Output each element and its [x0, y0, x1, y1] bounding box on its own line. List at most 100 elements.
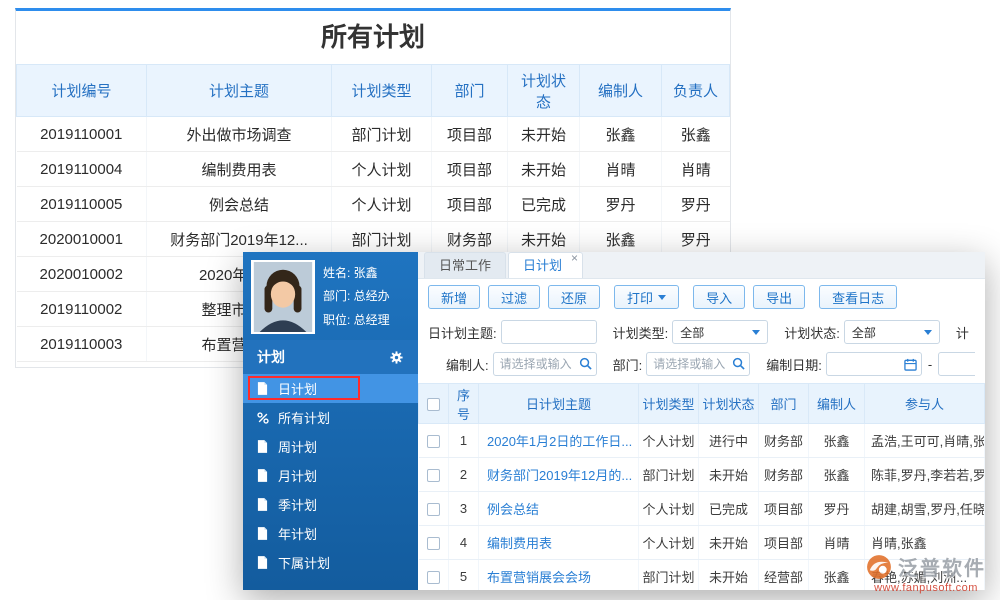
sidebar-item-subordinate-plan[interactable]: 下属计划: [243, 548, 418, 577]
cell-subject-link[interactable]: 编制费用表: [479, 526, 639, 560]
cell-type: 个人计划: [332, 187, 432, 222]
profile-card: 姓名: 张鑫 部门: 总经办 职位: 总经理: [243, 252, 418, 340]
row-checkbox[interactable]: [427, 503, 440, 516]
filter-panel: 日计划主题: 计划类型: 全部 计划状态: 全部 计 编制人:: [418, 315, 985, 383]
document-icon: [257, 382, 270, 395]
type-filter-select[interactable]: 全部: [672, 320, 768, 344]
tab-daily-plan[interactable]: 日计划 ×: [508, 252, 583, 278]
sidebar-item-daily-plan[interactable]: 日计划: [243, 374, 418, 403]
cell-subject-link[interactable]: 例会总结: [479, 492, 639, 526]
table-row[interactable]: 3 例会总结 个人计划 已完成 项目部 罗丹 胡建,胡雪,罗丹,任晓...: [419, 492, 985, 526]
tab-daily-work[interactable]: 日常工作: [424, 252, 506, 278]
restore-button[interactable]: 还原: [548, 285, 600, 309]
sidebar-item-label: 周计划: [278, 437, 317, 456]
cell-compiler: 张鑫: [809, 458, 865, 492]
add-button[interactable]: 新增: [428, 285, 480, 309]
cell-subject-link[interactable]: 布置营销展会会场: [479, 560, 639, 591]
cell-subject-link[interactable]: 2020年1月2日的工作日...: [479, 424, 639, 458]
row-checkbox[interactable]: [427, 537, 440, 550]
cell-index: 2: [449, 458, 479, 492]
close-icon[interactable]: ×: [571, 252, 578, 264]
sidebar-section-title: 计划: [257, 347, 285, 367]
cell-type: 部门计划: [639, 458, 699, 492]
document-icon: [257, 498, 270, 511]
cell-compiler: 罗丹: [580, 187, 662, 222]
cell-subject-link[interactable]: 财务部门2019年12月的...: [479, 458, 639, 492]
link-icon: [257, 412, 270, 424]
cell-status: 未开始: [699, 560, 759, 591]
cell-participants: 孟浩,王可可,肖晴,张鑫...: [865, 424, 985, 458]
plan-module-window: 姓名: 张鑫 部门: 总经办 职位: 总经理 计划: [243, 252, 985, 590]
col-subject: 计划主题: [147, 65, 332, 117]
col-type: 计划类型: [639, 384, 699, 424]
table-row[interactable]: 2019110001 外出做市场调查 部门计划 项目部 未开始 张鑫 张鑫: [17, 117, 730, 152]
cell-subject: 编制费用表: [147, 152, 332, 187]
search-icon[interactable]: [579, 357, 592, 370]
calendar-icon: [904, 358, 917, 371]
search-icon[interactable]: [732, 357, 745, 370]
cell-dept: 财务部: [759, 424, 809, 458]
print-button[interactable]: 打印: [614, 285, 679, 309]
cell-status: 进行中: [699, 424, 759, 458]
row-checkbox[interactable]: [427, 571, 440, 584]
select-all-checkbox[interactable]: [427, 398, 440, 411]
filter-row-1: 日计划主题: 计划类型: 全部 计划状态: 全部 计: [428, 319, 975, 345]
col-owner: 负责人: [662, 65, 730, 117]
cell-status: 未开始: [508, 152, 580, 187]
cell-dept: 经营部: [759, 560, 809, 591]
sidebar: 姓名: 张鑫 部门: 总经办 职位: 总经理 计划: [243, 252, 418, 590]
cell-dept: 项目部: [432, 117, 508, 152]
table-row[interactable]: 2019110004 编制费用表 个人计划 项目部 未开始 肖晴 肖晴: [17, 152, 730, 187]
document-icon: [257, 440, 270, 453]
export-button[interactable]: 导出: [753, 285, 805, 309]
col-index: 序号: [449, 384, 479, 424]
sidebar-item-label: 下属计划: [278, 553, 330, 572]
sidebar-item-quarterly-plan[interactable]: 季计划: [243, 490, 418, 519]
cell-type: 部门计划: [639, 560, 699, 591]
watermark-brand: 泛普软件: [898, 552, 986, 581]
watermark-url: www.fanpusoft.com: [866, 582, 986, 594]
cell-compiler: 张鑫: [809, 560, 865, 591]
gear-icon[interactable]: [389, 350, 404, 365]
sidebar-item-annual-plan[interactable]: 年计划: [243, 519, 418, 548]
main-content: 日常工作 日计划 × 新增 过滤 还原 打印: [418, 252, 985, 590]
avatar-photo: [253, 262, 313, 332]
cell-select: [419, 424, 449, 458]
table-header-row: 序号 日计划主题 计划类型 计划状态 部门 编制人 参与人: [419, 384, 985, 424]
view-log-button[interactable]: 查看日志: [819, 285, 897, 309]
cell-index: 1: [449, 424, 479, 458]
cell-index: 4: [449, 526, 479, 560]
document-icon: [257, 469, 270, 482]
table-row[interactable]: 2 财务部门2019年12月的... 部门计划 未开始 财务部 张鑫 陈菲,罗丹…: [419, 458, 985, 492]
table-row[interactable]: 2019110005 例会总结 个人计划 项目部 已完成 罗丹 罗丹: [17, 187, 730, 222]
tab-label: 日常工作: [439, 258, 491, 273]
cell-dept: 项目部: [759, 526, 809, 560]
sidebar-item-weekly-plan[interactable]: 周计划: [243, 432, 418, 461]
row-checkbox[interactable]: [427, 435, 440, 448]
status-filter-label: 计划状态:: [784, 323, 840, 342]
date-from-input[interactable]: [826, 352, 922, 376]
date-to-input[interactable]: [938, 352, 975, 376]
cell-subject: 外出做市场调查: [147, 117, 332, 152]
table-row[interactable]: 1 2020年1月2日的工作日... 个人计划 进行中 财务部 张鑫 孟浩,王可…: [419, 424, 985, 458]
sidebar-item-label: 月计划: [278, 466, 317, 485]
cell-plan-id: 2019110003: [17, 327, 147, 362]
cell-compiler: 张鑫: [809, 424, 865, 458]
col-status: 计划状态: [699, 384, 759, 424]
cell-participants: 陈菲,罗丹,李若若,罗...: [865, 458, 985, 492]
subject-filter-input[interactable]: [501, 320, 597, 344]
import-button[interactable]: 导入: [693, 285, 745, 309]
sidebar-menu: 日计划 所有计划 周计划: [243, 374, 418, 577]
cell-owner: 罗丹: [662, 187, 730, 222]
sidebar-item-all-plans[interactable]: 所有计划: [243, 403, 418, 432]
date-filter-label: 编制日期:: [766, 355, 822, 374]
status-filter-select[interactable]: 全部: [844, 320, 940, 344]
compiler-filter-label: 编制人:: [446, 355, 489, 374]
caret-down-icon: [658, 295, 666, 300]
filter-row-2: 编制人: 部门: 编制日期:: [428, 351, 975, 377]
cell-type: 个人计划: [639, 424, 699, 458]
row-checkbox[interactable]: [427, 469, 440, 482]
sidebar-item-monthly-plan[interactable]: 月计划: [243, 461, 418, 490]
filter-button[interactable]: 过滤: [488, 285, 540, 309]
cell-compiler: 肖晴: [580, 152, 662, 187]
